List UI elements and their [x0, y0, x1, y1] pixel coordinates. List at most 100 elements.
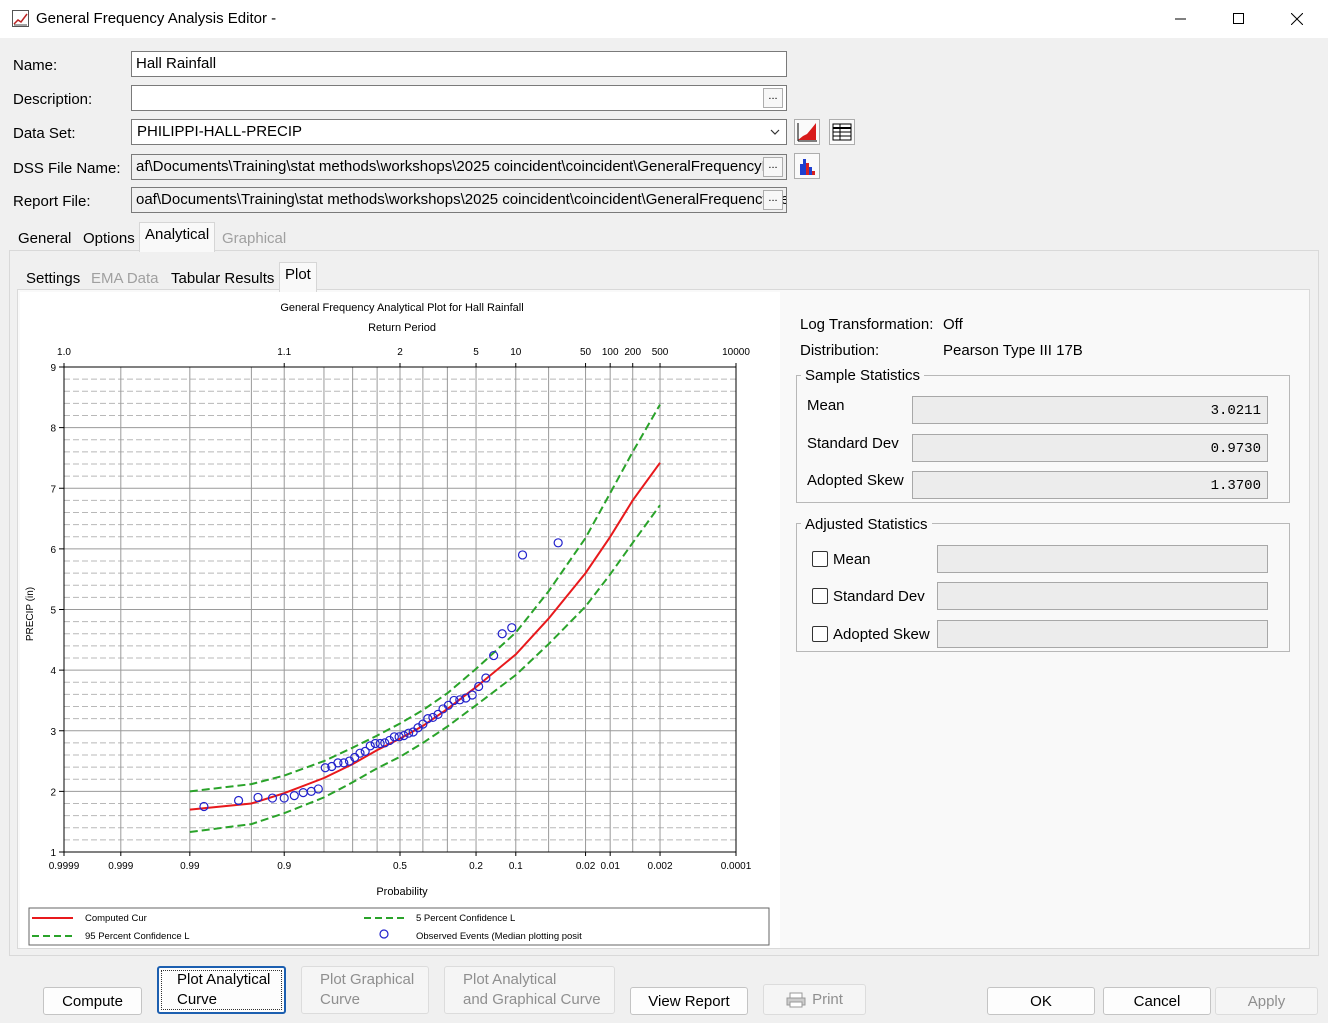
sample-mean-label: Mean [807, 397, 845, 414]
plot-analytical-line1: Plot Analytical [177, 971, 271, 988]
adjusted-sd-input[interactable] [937, 582, 1268, 610]
y-tick-label: 2 [50, 787, 56, 798]
y-tick-label: 1 [50, 848, 56, 859]
dataset-select[interactable]: PHILIPPI-HALL-PRECIP [131, 119, 787, 145]
tab-analytical[interactable]: Analytical [139, 222, 216, 252]
tab-ema-data[interactable]: EMA Data [85, 266, 165, 292]
chevron-down-icon [770, 129, 780, 135]
adjusted-mean-label: Mean [833, 551, 871, 568]
tabulate-data-button[interactable] [829, 119, 855, 145]
x-tick-label: 0.1 [509, 861, 523, 872]
y-tick-label: 6 [50, 545, 56, 556]
chart-top-axis-label: Return Period [368, 322, 436, 334]
area-chart-icon [797, 123, 817, 142]
top-tick-label: 50 [580, 347, 592, 358]
maximize-icon [1233, 13, 1244, 24]
apply-button[interactable]: Apply [1215, 987, 1318, 1015]
minimize-button[interactable] [1152, 0, 1210, 38]
plot-both-line1: Plot Analytical [463, 971, 557, 988]
description-input[interactable] [131, 85, 787, 111]
tab-plot[interactable]: Plot [279, 262, 317, 292]
y-tick-label: 7 [50, 484, 56, 495]
cancel-button[interactable]: Cancel [1103, 987, 1211, 1015]
tab-general[interactable]: General [12, 226, 77, 252]
print-button-label: Print [812, 991, 843, 1008]
adjusted-sd-checkbox[interactable] [812, 588, 828, 604]
sample-skew-value: 1.3700 [912, 471, 1268, 499]
x-tick-label: 0.01 [600, 861, 620, 872]
dataset-label: Data Set: [13, 125, 76, 142]
top-tick-label: 500 [652, 347, 669, 358]
adjusted-mean-input[interactable] [937, 545, 1268, 573]
close-icon [1291, 13, 1303, 25]
plot-data-button[interactable] [794, 119, 820, 145]
name-input[interactable]: Hall Rainfall [131, 51, 787, 77]
y-tick-label: 9 [50, 363, 56, 374]
distribution-value: Pearson Type III 17B [943, 342, 1083, 359]
top-tick-label: 2 [397, 347, 403, 358]
plot-analytical-line2: Curve [177, 991, 218, 1008]
distribution-label: Distribution: [800, 342, 880, 359]
window-title: General Frequency Analysis Editor - [36, 10, 277, 27]
tab-options[interactable]: Options [77, 226, 141, 252]
x-tick-label: 0.9999 [49, 861, 80, 872]
chart-title: General Frequency Analytical Plot for Ha… [280, 302, 523, 314]
dss-file-label: DSS File Name: [13, 160, 121, 177]
description-label: Description: [13, 91, 93, 108]
plot-graphical-curve-button[interactable]: Plot Graphical Curve [301, 966, 429, 1014]
y-tick-label: 8 [50, 424, 56, 435]
ok-button[interactable]: OK [987, 987, 1095, 1015]
adjusted-skew-checkbox[interactable] [812, 626, 828, 642]
description-ellipsis-button[interactable]: ... [763, 88, 783, 108]
dss-file-ellipsis-button[interactable]: ... [763, 157, 783, 177]
top-tick-label: 100 [602, 347, 619, 358]
tab-tabular-results[interactable]: Tabular Results [165, 266, 280, 292]
x-tick-label: 0.2 [469, 861, 483, 872]
print-button[interactable]: Print [763, 984, 866, 1015]
x-tick-label: 0.02 [576, 861, 596, 872]
x-tick-label: 0.5 [393, 861, 407, 872]
dss-view-button[interactable] [794, 153, 820, 179]
top-tick-label: 200 [624, 347, 641, 358]
x-tick-label: 0.999 [108, 861, 133, 872]
adjusted-skew-label: Adopted Skew [833, 626, 930, 643]
frequency-plot[interactable]: General Frequency Analytical Plot for Ha… [20, 292, 780, 948]
table-icon [832, 123, 852, 141]
app-chart-icon [12, 10, 29, 27]
dss-file-input[interactable]: af\Documents\Training\stat methods\works… [131, 154, 787, 180]
plot-analytical-graphical-button[interactable]: Plot Analytical and Graphical Curve [444, 966, 615, 1014]
minimize-icon [1175, 18, 1186, 20]
plot-graphical-line2: Curve [320, 991, 361, 1008]
sample-mean-value: 3.0211 [912, 396, 1268, 424]
adjusted-mean-checkbox[interactable] [812, 551, 828, 567]
maximize-button[interactable] [1210, 0, 1268, 38]
sample-statistics-title: Sample Statistics [801, 367, 925, 384]
adjusted-statistics-title: Adjusted Statistics [801, 516, 932, 533]
view-report-button[interactable]: View Report [630, 987, 748, 1015]
log-transformation-value: Off [943, 316, 963, 333]
y-tick-label: 5 [50, 606, 56, 617]
printer-icon [786, 992, 806, 1007]
adjusted-sd-label: Standard Dev [833, 588, 925, 605]
tab-settings[interactable]: Settings [20, 266, 86, 292]
histogram-icon [800, 159, 815, 175]
close-button[interactable] [1268, 0, 1326, 38]
adjusted-skew-input[interactable] [937, 620, 1268, 648]
sample-skew-label: Adopted Skew [807, 472, 904, 489]
top-tick-label: 5 [473, 347, 479, 358]
plot-analytical-curve-button[interactable]: Plot Analytical Curve [157, 966, 286, 1014]
x-tick-label: 0.0001 [721, 861, 752, 872]
report-file-ellipsis-button[interactable]: ... [763, 190, 783, 210]
top-tick-label: 1.0 [57, 347, 71, 358]
tab-graphical[interactable]: Graphical [216, 226, 292, 252]
top-tick-label: 10000 [722, 347, 750, 358]
compute-button[interactable]: Compute [43, 987, 142, 1015]
chart-x-axis-label: Probability [376, 886, 428, 898]
plot-graphical-line1: Plot Graphical [320, 971, 415, 988]
name-label: Name: [13, 57, 58, 74]
y-tick-label: 4 [50, 666, 56, 677]
report-file-input[interactable]: oaf\Documents\Training\stat methods\work… [131, 187, 787, 213]
legend-observed-label: Observed Events (Median plotting posit [416, 931, 582, 942]
log-transformation-label: Log Transformation: [800, 316, 934, 333]
x-tick-label: 0.99 [180, 861, 200, 872]
